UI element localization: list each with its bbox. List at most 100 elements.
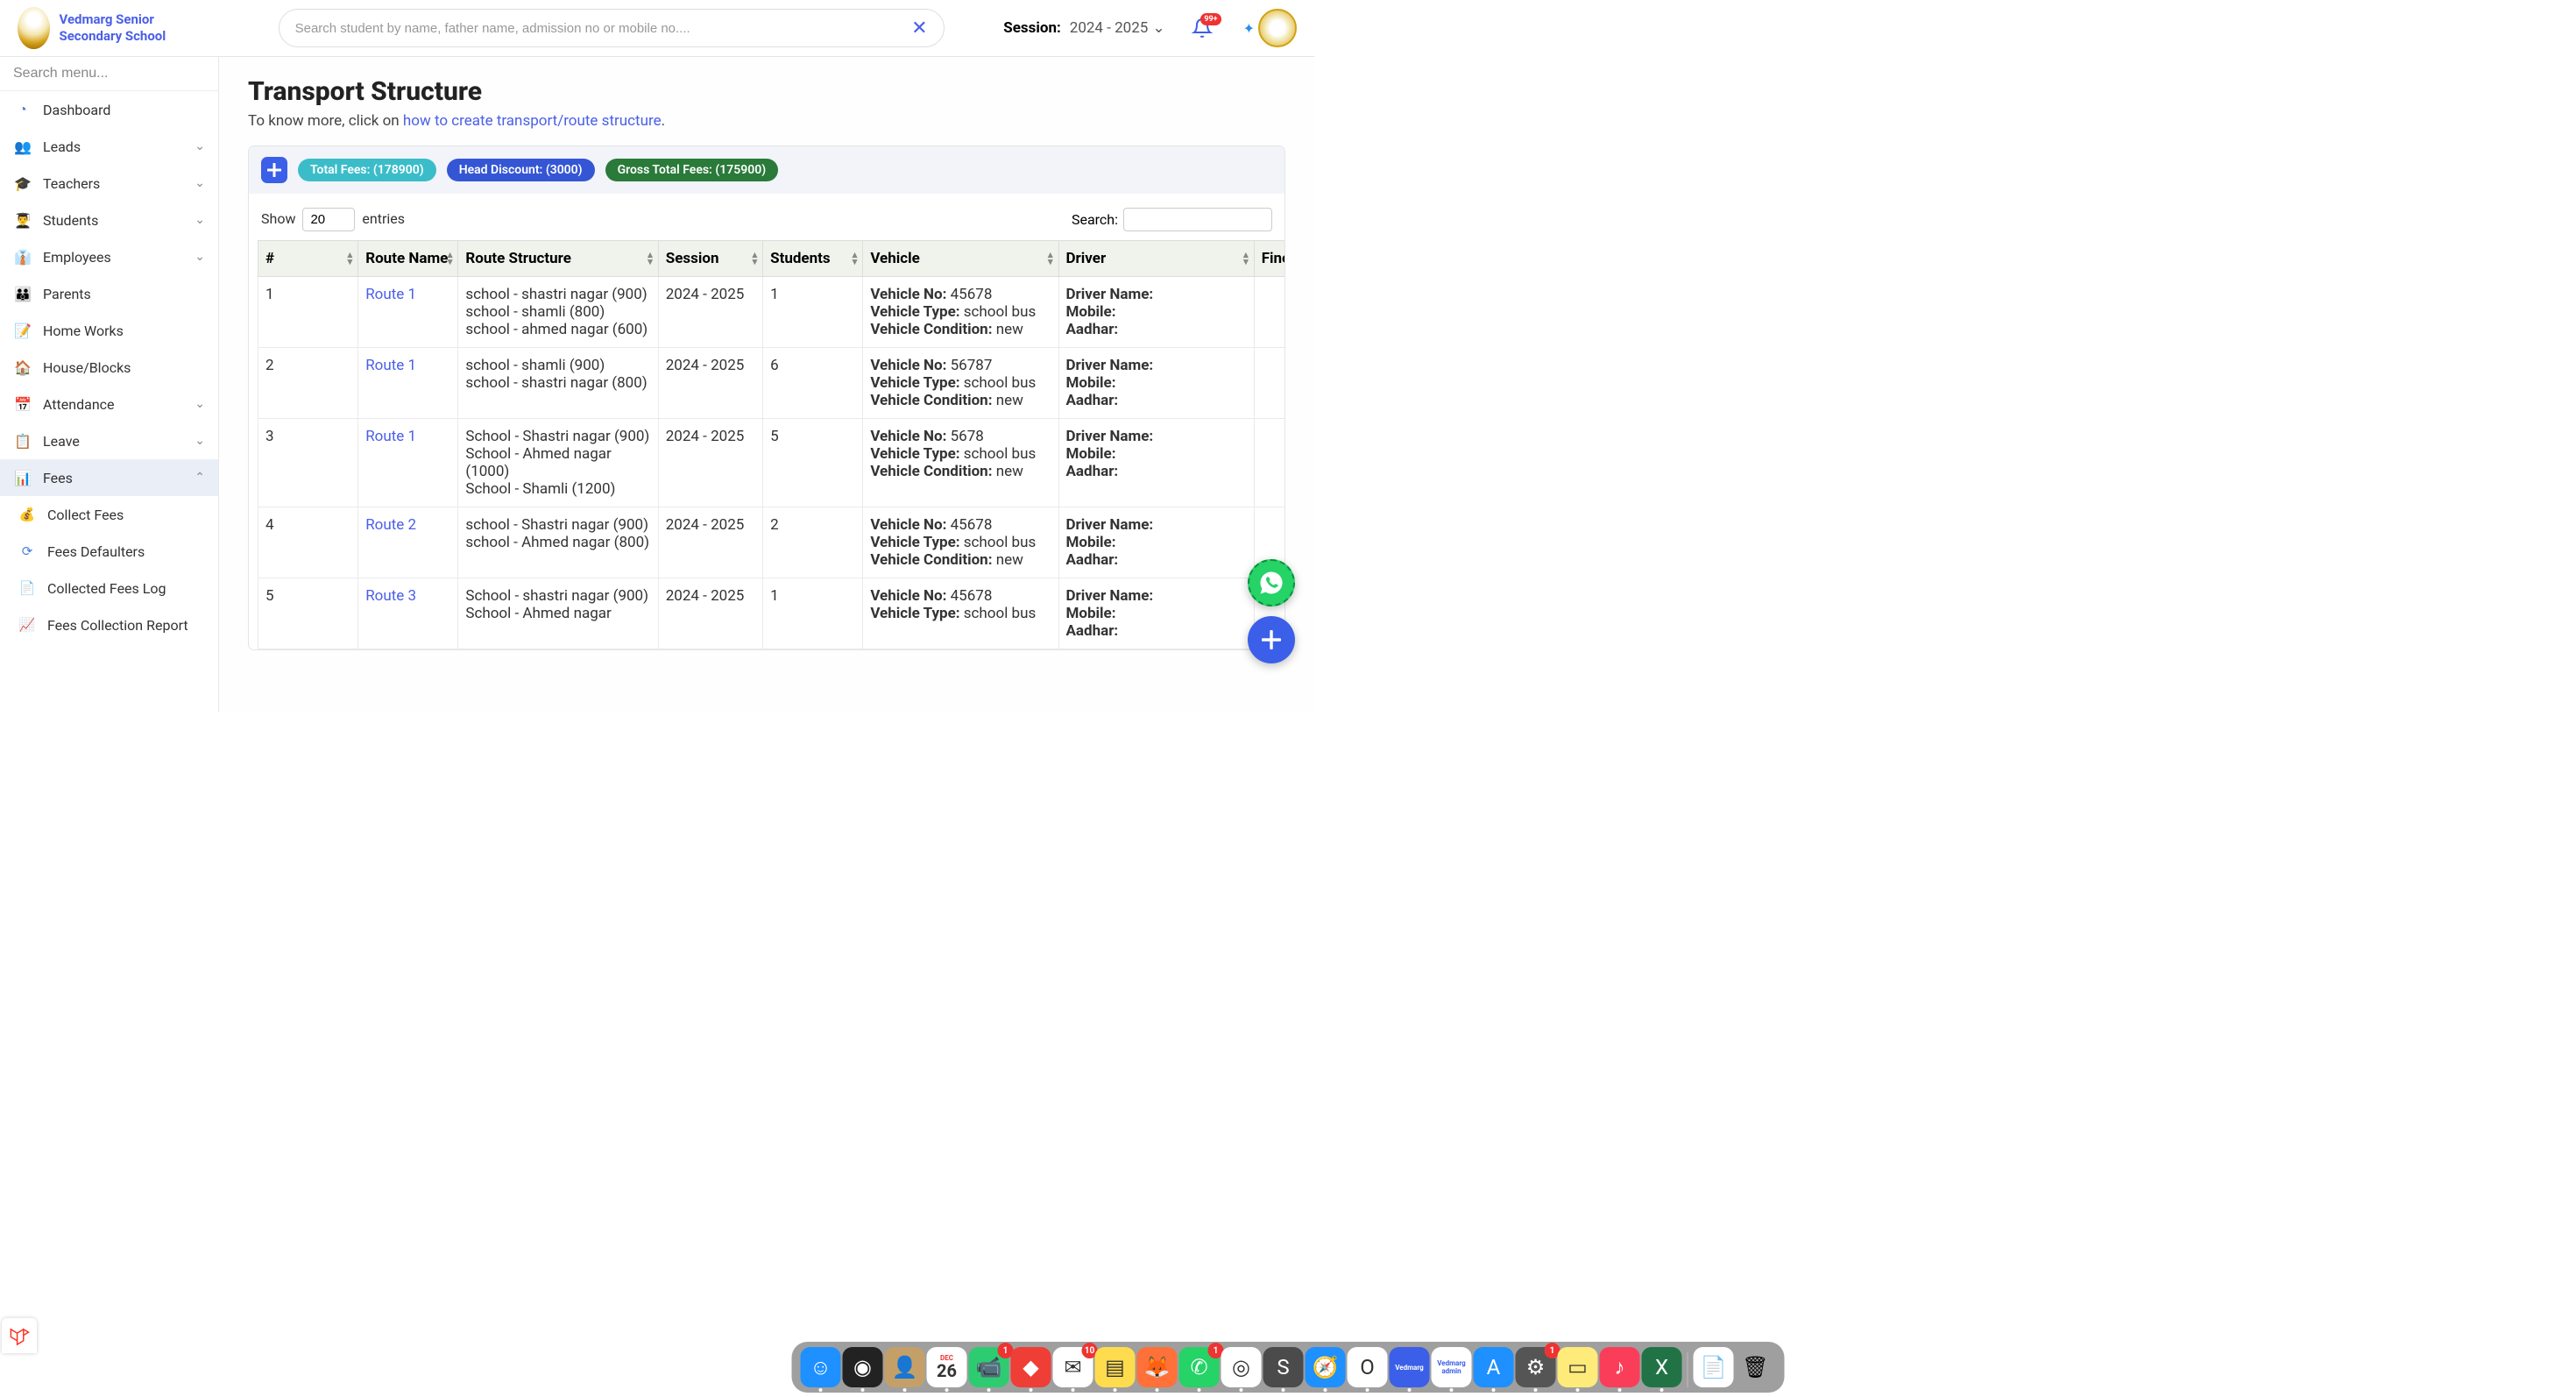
cell-session: 2024 - 2025 — [658, 507, 762, 578]
nav-label: Attendance — [43, 396, 184, 413]
dock-settings-icon[interactable]: ⚙1 — [1516, 1347, 1556, 1387]
cell-students: 2 — [763, 507, 863, 578]
cell-route-name: Route 1 — [358, 348, 458, 419]
nav-students[interactable]: 👨‍🎓 Students ⌄ — [0, 202, 218, 238]
col-driver[interactable]: Driver▴▾ — [1058, 241, 1254, 277]
dock-notes-icon[interactable]: ▤ — [1095, 1347, 1136, 1387]
dock-excel-icon[interactable]: X — [1642, 1347, 1682, 1387]
col-vehicle[interactable]: Vehicle▴▾ — [863, 241, 1058, 277]
dock-safari-icon[interactable]: 🧭 — [1306, 1347, 1346, 1387]
cell-route-name: Route 3 — [358, 578, 458, 649]
top-header: Vedmarg Senior Secondary School ✕ Sessio… — [0, 0, 1314, 57]
nav-label: Students — [43, 212, 184, 229]
dock-chrome-icon[interactable]: ◎ — [1221, 1347, 1262, 1387]
route-link[interactable]: Route 1 — [365, 286, 416, 303]
dock-mail-icon[interactable]: ✉10 — [1053, 1347, 1093, 1387]
dock-siri-icon[interactable]: ◉ — [843, 1347, 883, 1387]
table-row: 3 Route 1 School - Shastri nagar (900)Sc… — [258, 419, 1285, 507]
sort-icon: ▴▾ — [648, 252, 653, 266]
dock-vedmarg2-icon[interactable]: Vedmarg admin — [1432, 1347, 1472, 1387]
cell-session: 2024 - 2025 — [658, 578, 762, 649]
subnav-fees-defaulters[interactable]: ⟳Fees Defaulters — [0, 533, 218, 570]
table-search-input[interactable] — [1123, 208, 1272, 231]
dock-calendar-icon[interactable]: DEC26 — [927, 1347, 967, 1387]
chevron-down-icon: ⌄ — [1152, 19, 1164, 37]
col-route-structure[interactable]: Route Structure▴▾ — [458, 241, 658, 277]
nav-attendance[interactable]: 📅 Attendance ⌄ — [0, 386, 218, 422]
nav-leads[interactable]: 👥 Leads ⌄ — [0, 128, 218, 165]
subnav-fees-collection-report[interactable]: 📈Fees Collection Report — [0, 606, 218, 643]
entries-input[interactable] — [302, 208, 355, 231]
dock-trash-icon[interactable]: 🗑 — [1736, 1347, 1776, 1387]
laravel-debugbar-icon[interactable] — [2, 1318, 37, 1353]
chevron-down-icon: ⌄ — [195, 213, 205, 227]
add-fab[interactable] — [1248, 616, 1295, 663]
dock-appstore-icon[interactable]: A — [1474, 1347, 1514, 1387]
nav-employees[interactable]: 👔 Employees ⌄ — [0, 238, 218, 275]
nav-house-blocks[interactable]: 🏠 House/Blocks — [0, 349, 218, 386]
col--[interactable]: #▴▾ — [258, 241, 358, 277]
nav-label: Home Works — [43, 323, 205, 339]
students-icon: 👨‍🎓 — [13, 210, 32, 230]
cell-structure: school - Shastri nagar (900)school - Ahm… — [458, 507, 658, 578]
dock-anydesk-icon[interactable]: ◆ — [1011, 1347, 1051, 1387]
session-dropdown[interactable]: 2024 - 2025 ⌄ — [1070, 19, 1165, 37]
cell-students: 6 — [763, 348, 863, 419]
dock-vedmarg1-icon[interactable]: Vedmarg — [1390, 1347, 1430, 1387]
dock-stickies-icon[interactable]: ▭ — [1558, 1347, 1598, 1387]
table-wrap[interactable]: #▴▾Route Name▴▾Route Structure▴▾Session▴… — [249, 240, 1284, 649]
route-link[interactable]: Route 2 — [365, 516, 416, 534]
nav-leave[interactable]: 📋 Leave ⌄ — [0, 422, 218, 459]
collect-icon: 💰 — [18, 505, 37, 524]
dock-sublime-icon[interactable]: S — [1263, 1347, 1304, 1387]
dock-whatsapp-icon[interactable]: ✆1 — [1179, 1347, 1220, 1387]
show-suffix: entries — [362, 210, 405, 227]
nav-teachers[interactable]: 🎓 Teachers ⌄ — [0, 165, 218, 202]
route-link[interactable]: Route 1 — [365, 428, 416, 445]
cell-vehicle: Vehicle No: 56787 Vehicle Type: school b… — [863, 348, 1058, 419]
cell-index: 4 — [258, 507, 358, 578]
nav-parents[interactable]: 👪 Parents — [0, 275, 218, 312]
dock-doc-icon[interactable]: 📄 — [1694, 1347, 1734, 1387]
nav-fees[interactable]: 📊 Fees ⌃ — [0, 459, 218, 496]
search-input[interactable] — [295, 21, 912, 36]
dock-music-icon[interactable]: ♪ — [1600, 1347, 1640, 1387]
help-link[interactable]: how to create transport/route structure — [403, 112, 662, 130]
cell-index: 1 — [258, 277, 358, 348]
menu-search-input[interactable] — [0, 57, 218, 91]
cell-session: 2024 - 2025 — [658, 348, 762, 419]
notifications-button[interactable]: 99+ — [1192, 18, 1213, 39]
close-icon[interactable]: ✕ — [911, 18, 927, 39]
subnav-collect-fees[interactable]: 💰Collect Fees — [0, 496, 218, 533]
sort-icon: ▴▾ — [1048, 252, 1053, 266]
whatsapp-fab[interactable] — [1248, 559, 1295, 606]
table-controls: Show entries Search: — [249, 194, 1284, 240]
cell-structure: School - shastri nagar (900)School - Ahm… — [458, 578, 658, 649]
dock-firefox-icon[interactable]: 🦊 — [1137, 1347, 1178, 1387]
col-session[interactable]: Session▴▾ — [658, 241, 762, 277]
dock-finder-icon[interactable]: ☺ — [801, 1347, 841, 1387]
cell-driver: Driver Name: Mobile: Aadhar: — [1058, 578, 1254, 649]
col-students[interactable]: Students▴▾ — [763, 241, 863, 277]
route-link[interactable]: Route 3 — [365, 587, 416, 605]
table-row: 1 Route 1 school - shastri nagar (900)sc… — [258, 277, 1285, 348]
col-fine[interactable]: Fine▴▾ — [1254, 241, 1284, 277]
macos-dock: ☺◉👤DEC26📹1◆✉10▤🦊✆1◎S🧭OVedmargVedmarg adm… — [792, 1342, 1785, 1393]
table-search: Search: — [1072, 208, 1272, 231]
col-route-name[interactable]: Route Name▴▾ — [358, 241, 458, 277]
dock-contacts-icon[interactable]: 👤 — [885, 1347, 925, 1387]
global-search[interactable]: ✕ — [279, 9, 945, 47]
add-button[interactable] — [261, 157, 287, 183]
route-link[interactable]: Route 1 — [365, 357, 416, 374]
nav-label: Fees — [43, 470, 184, 486]
profile-button[interactable]: ✦ — [1243, 9, 1297, 47]
dock-opera-icon[interactable]: O — [1348, 1347, 1388, 1387]
sort-icon: ▴▾ — [753, 252, 758, 266]
subnav-collected-fees-log[interactable]: 📄Collected Fees Log — [0, 570, 218, 606]
brand[interactable]: Vedmarg Senior Secondary School — [18, 7, 219, 49]
nav-dashboard[interactable]: ◔ Dashboard — [0, 91, 218, 128]
sort-icon: ▴▾ — [448, 252, 453, 266]
nav-home-works[interactable]: 📝 Home Works — [0, 312, 218, 349]
dock-facetime-icon[interactable]: 📹1 — [969, 1347, 1009, 1387]
entries-selector: Show entries — [261, 208, 405, 231]
